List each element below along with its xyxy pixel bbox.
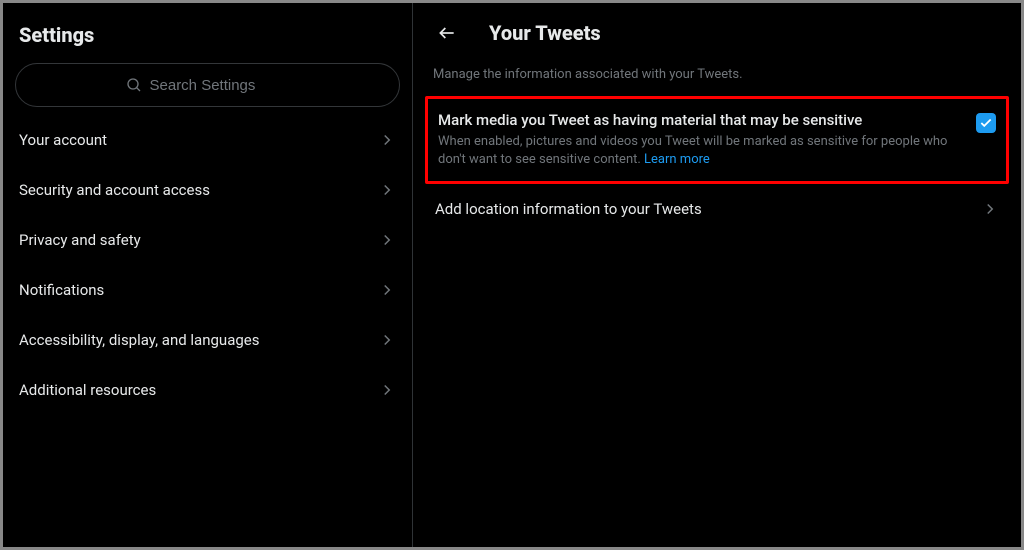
setting-desc: When enabled, pictures and videos you Tw… [438,133,960,169]
main-subtitle: Manage the information associated with y… [425,55,1009,96]
search-box[interactable] [15,63,400,107]
chevron-right-icon [981,200,999,218]
main-header: Your Tweets [425,13,1009,55]
setting-title: Mark media you Tweet as having material … [438,111,960,129]
sidebar-item-label: Notifications [19,281,104,299]
chevron-right-icon [378,281,396,299]
chevron-right-icon [378,231,396,249]
search-input[interactable] [150,77,290,94]
search-icon [126,77,142,93]
sensitive-media-setting: Mark media you Tweet as having material … [425,96,1009,184]
sidebar-item-notifications[interactable]: Notifications [3,265,412,315]
location-info-setting[interactable]: Add location information to your Tweets [425,184,1009,234]
sidebar-item-accessibility[interactable]: Accessibility, display, and languages [3,315,412,365]
sidebar-item-label: Additional resources [19,381,156,399]
search-wrap [3,63,412,115]
main-panel: Your Tweets Manage the information assoc… [413,3,1021,547]
sidebar-item-label: Privacy and safety [19,231,141,249]
sidebar-item-your-account[interactable]: Your account [3,115,412,165]
setting-text: Mark media you Tweet as having material … [438,111,960,169]
sidebar-item-privacy[interactable]: Privacy and safety [3,215,412,265]
back-button[interactable] [433,19,461,47]
sidebar-item-label: Your account [19,131,107,149]
chevron-right-icon [378,381,396,399]
sidebar-item-security[interactable]: Security and account access [3,165,412,215]
chevron-right-icon [378,331,396,349]
page-title: Settings [3,13,412,63]
setting-title: Add location information to your Tweets [435,200,702,218]
settings-app: Settings Your account Security and accou… [3,3,1021,547]
check-icon [979,116,993,130]
sensitive-checkbox[interactable] [976,113,996,133]
chevron-right-icon [378,131,396,149]
settings-sidebar: Settings Your account Security and accou… [3,3,413,547]
main-title: Your Tweets [489,21,601,45]
sidebar-item-resources[interactable]: Additional resources [3,365,412,415]
setting-row: Mark media you Tweet as having material … [438,111,996,169]
learn-more-link[interactable]: Learn more [644,152,710,167]
chevron-right-icon [378,181,396,199]
sidebar-item-label: Accessibility, display, and languages [19,331,259,349]
sidebar-item-label: Security and account access [19,181,210,199]
